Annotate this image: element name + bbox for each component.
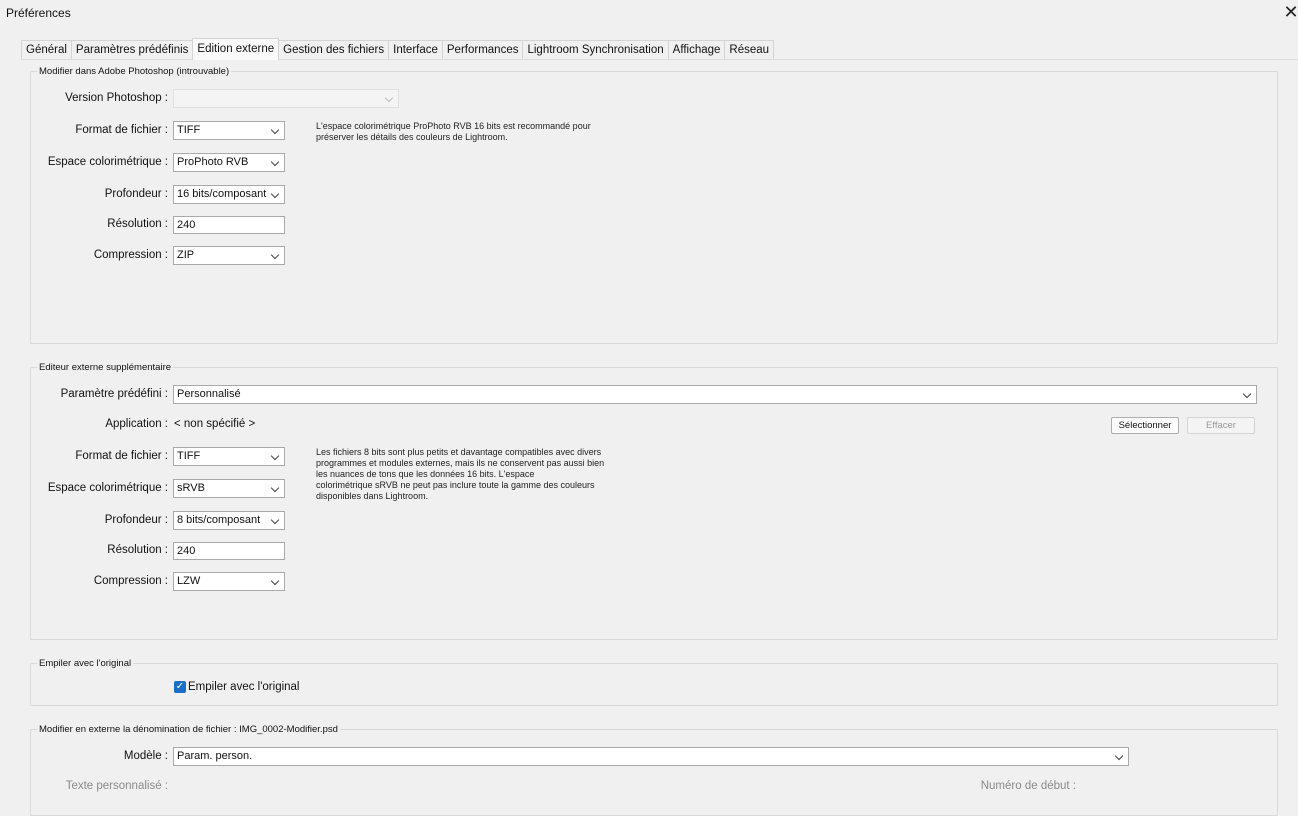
chevron-down-icon [384, 93, 394, 103]
ext-depth-label: Profondeur : [104, 514, 168, 526]
ps-note: L'espace colorimétrique ProPhoto RVB 16 … [316, 121, 591, 143]
naming-model-select[interactable]: Param. person. [173, 747, 1129, 766]
naming-group-legend: Modifier en externe la dénomination de f… [39, 724, 338, 735]
naming-model-value: Param. person. [177, 750, 253, 762]
ext-resolution-label: Résolution : [107, 544, 168, 556]
window-title: Préférences [6, 6, 71, 20]
ext-note-line: Les fichiers 8 bits sont plus petits et … [316, 447, 602, 457]
chevron-down-icon [270, 189, 280, 199]
tab-general[interactable]: Général [21, 40, 72, 59]
ext-format-label: Format de fichier : [75, 450, 168, 462]
tab-bar: Général Paramètres prédéfinis Edition ex… [21, 38, 775, 60]
ext-note-line: programmes et modules externes, mais ils… [316, 458, 605, 468]
chevron-down-icon [1114, 751, 1124, 761]
clear-button: Effacer [1187, 417, 1255, 434]
tab-interface[interactable]: Interface [388, 40, 443, 59]
chevron-down-icon [270, 250, 280, 260]
ps-version-label: Version Photoshop : [65, 92, 168, 104]
tab-presets[interactable]: Paramètres prédéfinis [70, 40, 194, 59]
ps-compression-value: ZIP [177, 249, 195, 261]
ext-format-value: TIFF [177, 450, 201, 462]
tab-file-handling[interactable]: Gestion des fichiers [278, 40, 390, 59]
ext-colorspace-select[interactable]: sRVB [173, 479, 285, 498]
tab-lightroom-sync[interactable]: Lightroom Synchronisation [522, 40, 669, 59]
ps-format-value: TIFF [177, 124, 201, 136]
title-bar [0, 0, 1298, 30]
ext-application-label: Application : [105, 418, 168, 430]
chevron-down-icon [270, 157, 280, 167]
ext-compression-value: LZW [177, 575, 201, 587]
ps-compression-label: Compression : [93, 249, 168, 261]
tab-display[interactable]: Affichage [667, 40, 726, 59]
naming-start-number-label: Numéro de début : [980, 780, 1076, 792]
ext-note-line: colorimétrique sRVB ne peut pas inclure … [316, 480, 595, 490]
ext-preset-value: Personnalisé [177, 388, 241, 400]
ext-resolution-input[interactable]: 240 [173, 542, 285, 560]
ext-depth-select[interactable]: 8 bits/composant [173, 511, 285, 530]
ext-colorspace-value: sRVB [177, 482, 205, 494]
ps-note-line: préserver les détails des couleurs de Li… [316, 132, 508, 142]
close-icon[interactable]: ✕ [1280, 1, 1298, 23]
chevron-down-icon [270, 125, 280, 135]
naming-model-label: Modèle : [123, 750, 168, 762]
ps-depth-label: Profondeur : [104, 188, 168, 200]
ext-note-line: les nuances de tons que les données 16 b… [316, 469, 535, 479]
ext-depth-value: 8 bits/composant [177, 514, 261, 526]
photoshop-group-legend: Modifier dans Adobe Photoshop (introuvab… [39, 66, 230, 77]
tab-external-editing[interactable]: Edition externe [192, 38, 280, 60]
ps-depth-select[interactable]: 16 bits/composant [173, 185, 285, 204]
chevron-down-icon [270, 451, 280, 461]
external-editor-group-legend: Editeur externe supplémentaire [39, 362, 172, 373]
ps-compression-select[interactable]: ZIP [173, 246, 285, 265]
naming-group: Modifier en externe la dénomination de f… [30, 724, 1278, 816]
ext-preset-select[interactable]: Personnalisé [173, 385, 1257, 404]
ps-resolution-input[interactable]: 240 [173, 216, 285, 234]
ps-colorspace-value: ProPhoto RVB [177, 156, 249, 168]
ps-format-label: Format de fichier : [75, 124, 168, 136]
tab-performance[interactable]: Performances [441, 40, 524, 59]
stack-checkbox-label: Empiler avec l'original [188, 681, 300, 693]
chevron-down-icon [1242, 389, 1252, 399]
chevron-down-icon [270, 483, 280, 493]
ext-note: Les fichiers 8 bits sont plus petits et … [316, 447, 604, 502]
ps-note-line: L'espace colorimétrique ProPhoto RVB 16 … [316, 121, 591, 131]
chevron-down-icon [270, 515, 280, 525]
ps-resolution-label: Résolution : [107, 218, 168, 230]
ext-compression-label: Compression : [93, 575, 168, 587]
tab-network[interactable]: Réseau [724, 40, 775, 59]
ext-format-select[interactable]: TIFF [173, 447, 285, 466]
chevron-down-icon [270, 576, 280, 586]
ps-colorspace-label: Espace colorimétrique : [47, 156, 168, 168]
ps-version-select [173, 89, 399, 108]
ext-colorspace-label: Espace colorimétrique : [47, 482, 168, 494]
select-button[interactable]: Sélectionner [1111, 417, 1179, 434]
stack-checkbox[interactable]: ✓ [174, 681, 186, 693]
ps-format-select[interactable]: TIFF [173, 121, 285, 140]
ps-colorspace-select[interactable]: ProPhoto RVB [173, 153, 285, 172]
ext-preset-label: Paramètre prédéfini : [60, 388, 168, 400]
ext-compression-select[interactable]: LZW [173, 572, 285, 591]
ext-note-line: disponibles dans Lightroom. [316, 491, 429, 501]
ext-application-value: < non spécifié > [174, 418, 256, 430]
ps-depth-value: 16 bits/composant [177, 188, 267, 200]
stack-group-legend: Empiler avec l'original [39, 658, 132, 669]
naming-custom-text-label: Texte personnalisé : [65, 780, 168, 792]
